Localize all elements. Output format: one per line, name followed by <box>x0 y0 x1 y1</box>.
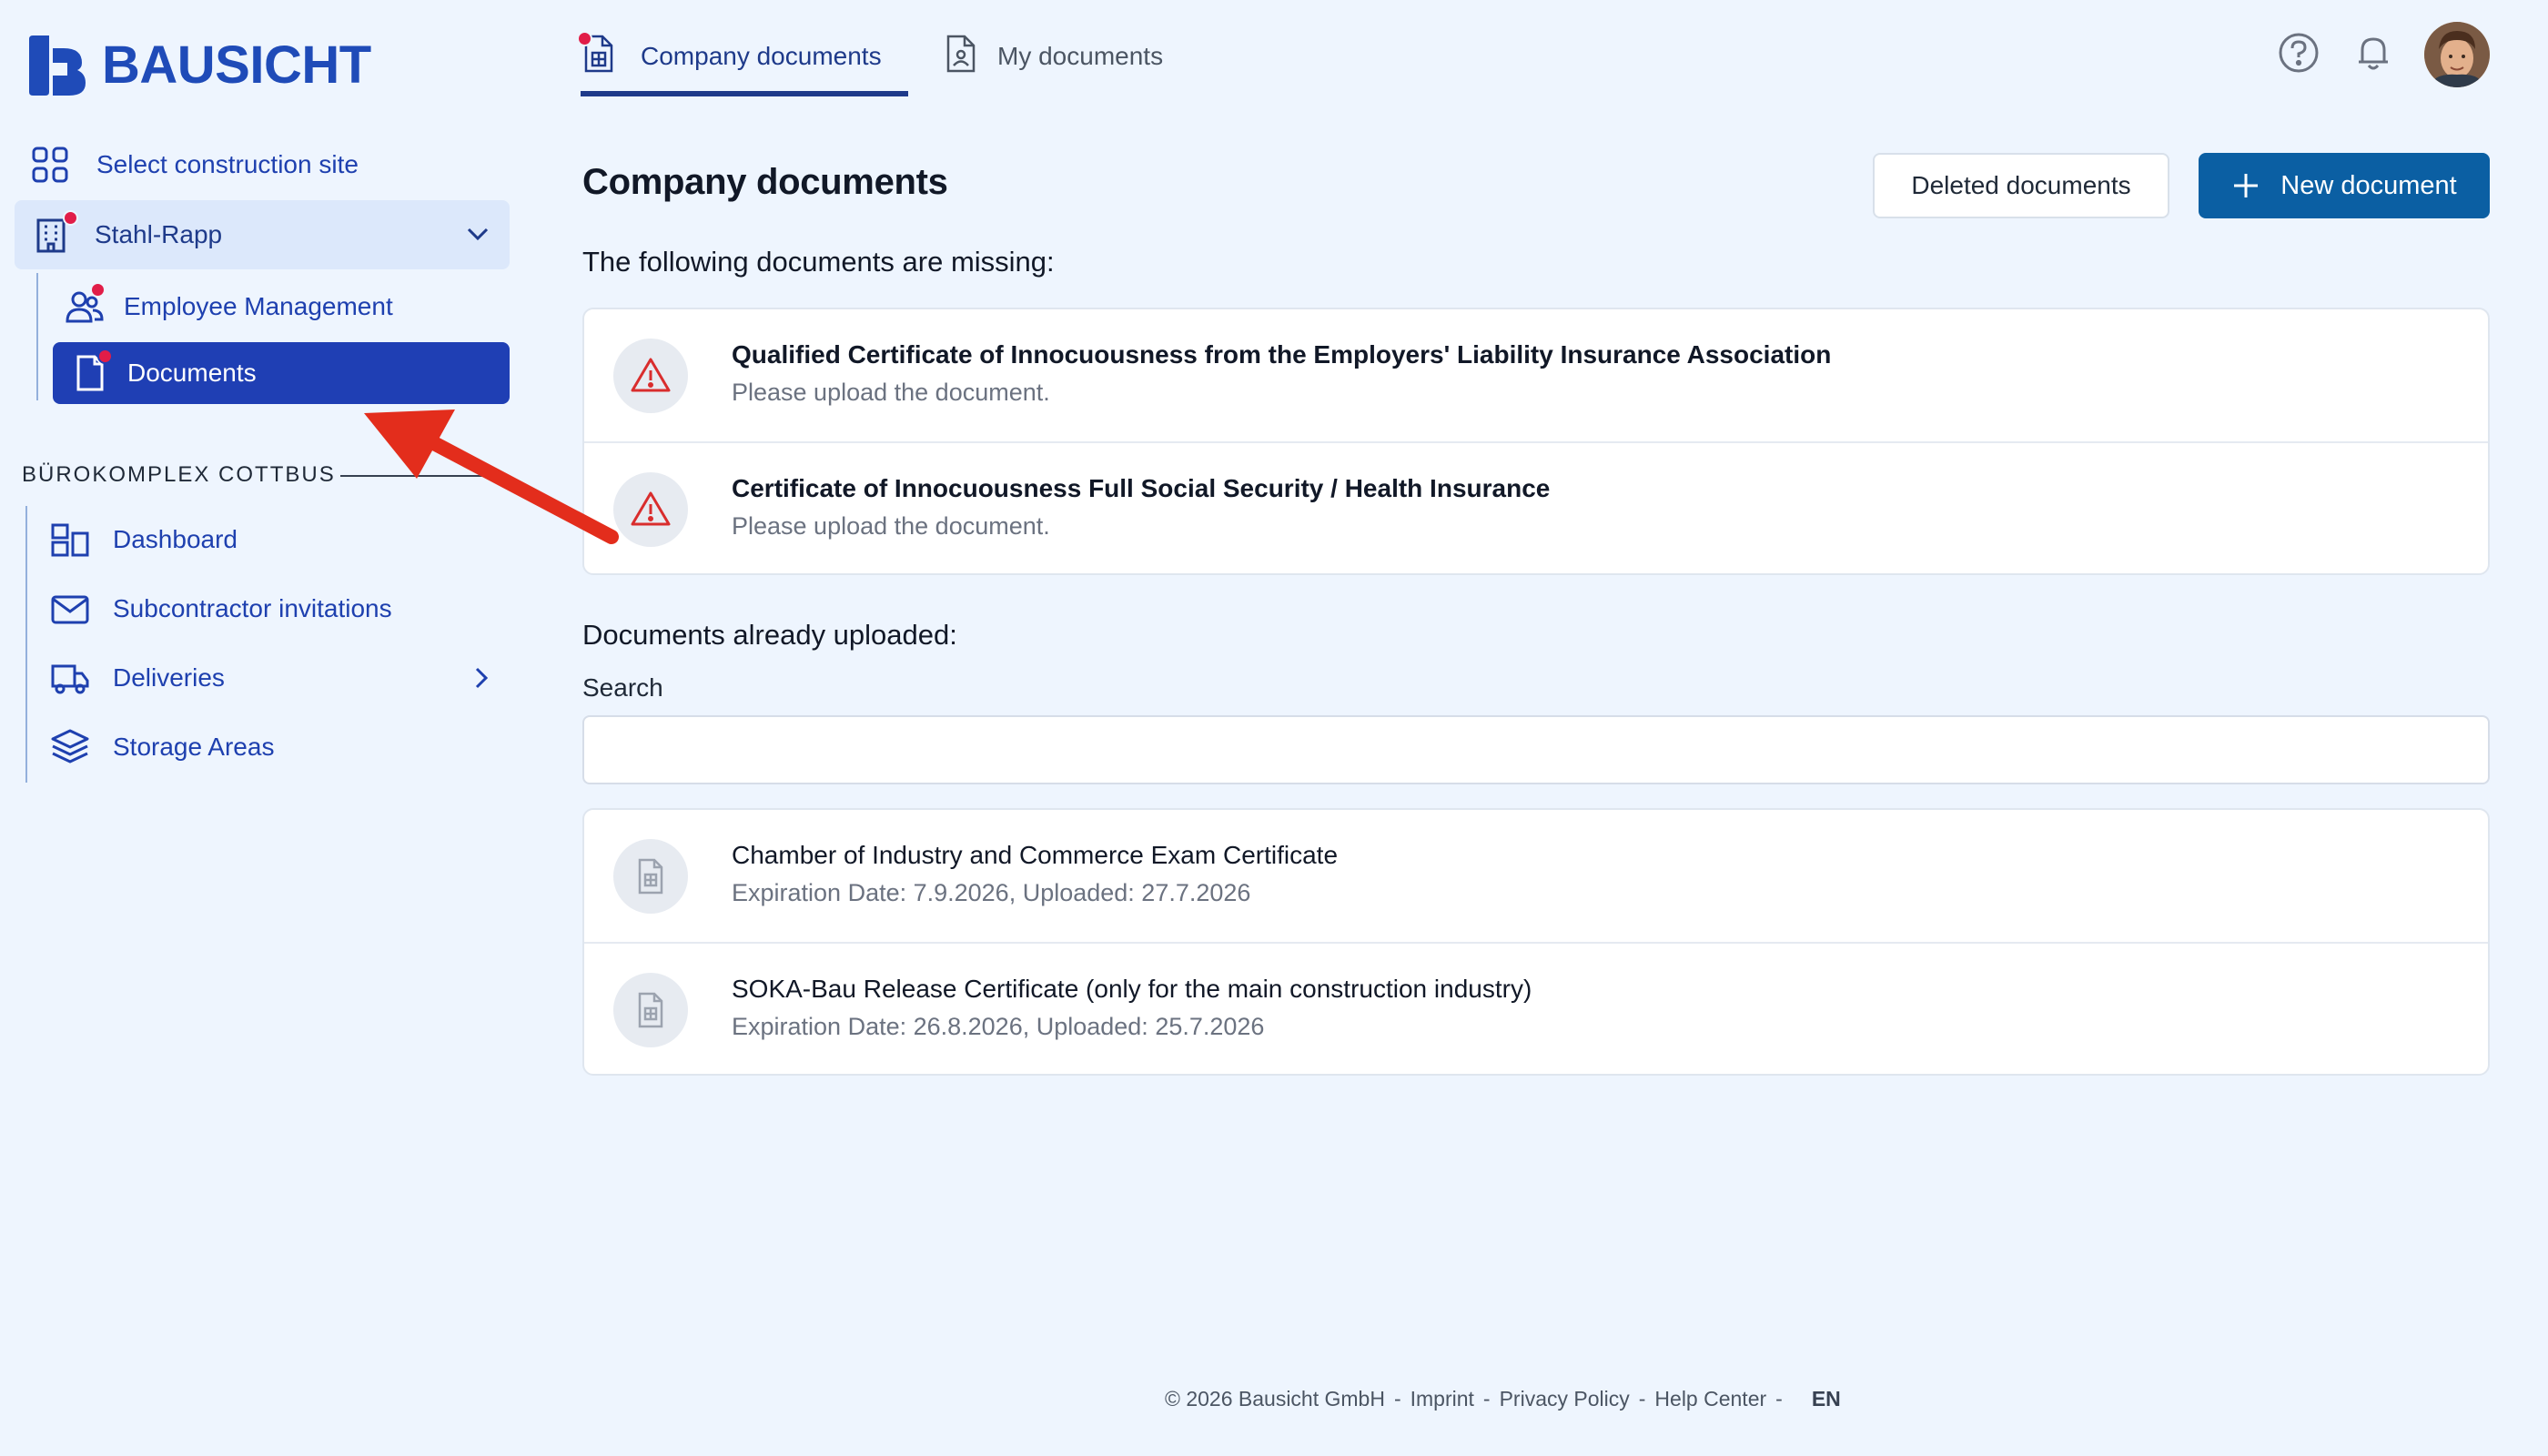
new-document-button[interactable]: New document <box>2199 153 2490 218</box>
alert-dot <box>97 349 113 364</box>
search-input[interactable] <box>582 715 2490 784</box>
site-section-label: BÜROKOMPLEX COTTBUS <box>22 462 336 487</box>
missing-document-title: Certificate of Innocuousness Full Social… <box>732 474 1551 502</box>
tab-my-documents-label: My documents <box>997 42 1164 70</box>
new-document-label: New document <box>2280 170 2457 200</box>
documents-label: Documents <box>127 359 257 387</box>
brand-name: BAUSICHT <box>102 35 371 95</box>
tab-company-documents[interactable]: Company documents <box>577 31 908 96</box>
alert-dot <box>90 282 106 298</box>
missing-documents-heading: The following documents are missing: <box>582 246 1055 278</box>
page-title: Company documents <box>582 162 948 202</box>
footer-help-center-link[interactable]: Help Center <box>1654 1387 1766 1411</box>
plus-icon <box>2234 174 2259 197</box>
file-icon <box>613 973 688 1047</box>
dashboard-icon <box>51 521 89 559</box>
sidebar-item-documents[interactable]: Documents <box>53 342 510 404</box>
missing-document-note: Please upload the document. <box>732 379 1050 406</box>
select-construction-site-link[interactable]: Select construction site <box>31 146 359 184</box>
uploaded-document-title: SOKA-Bau Release Certificate (only for t… <box>732 975 1532 1003</box>
chevron-right-icon[interactable] <box>466 662 497 693</box>
uploaded-document-title: Chamber of Industry and Commerce Exam Ce… <box>732 841 1339 869</box>
footer-copyright: © 2026 Bausicht GmbH <box>1165 1387 1385 1410</box>
list-item[interactable]: Qualified Certificate of Innocuousness f… <box>584 309 2488 441</box>
truck-icon <box>51 659 89 697</box>
missing-documents-list: Qualified Certificate of Innocuousness f… <box>582 308 2490 575</box>
deleted-documents-button[interactable]: Deleted documents <box>1873 153 2169 218</box>
chevron-down-icon[interactable] <box>462 218 493 249</box>
tab-my-documents[interactable]: My documents <box>943 33 1163 96</box>
tree-connector <box>36 273 38 400</box>
missing-document-note: Please upload the document. <box>732 512 1050 540</box>
warning-icon <box>613 472 688 547</box>
uploaded-documents-heading: Documents already uploaded: <box>582 619 957 651</box>
sidebar-item-deliveries[interactable]: Deliveries <box>51 659 497 697</box>
uploaded-document-meta: Expiration Date: 7.9.2026, Uploaded: 27.… <box>732 879 1251 906</box>
grid-icon <box>31 146 69 184</box>
search-label: Search <box>582 673 663 702</box>
uploaded-document-meta: Expiration Date: 26.8.2026, Uploaded: 25… <box>732 1013 1265 1040</box>
subcontractor-invitations-label: Subcontractor invitations <box>113 594 392 622</box>
list-item[interactable]: Chamber of Industry and Commerce Exam Ce… <box>584 810 2488 942</box>
avatar-portrait-icon <box>2424 22 2490 87</box>
uploaded-documents-list: Chamber of Industry and Commerce Exam Ce… <box>582 808 2490 1076</box>
select-construction-site-label: Select construction site <box>96 150 359 178</box>
users-icon <box>66 282 106 326</box>
tab-company-documents-label: Company documents <box>641 42 882 70</box>
building-icon <box>33 210 78 254</box>
footer-separator: - <box>1482 1387 1491 1410</box>
footer-imprint-link[interactable]: Imprint <box>1410 1387 1474 1411</box>
help-icon[interactable] <box>2277 31 2320 75</box>
company-selector[interactable]: Stahl-Rapp <box>15 200 510 269</box>
personal-document-icon <box>943 33 979 73</box>
footer-separator: - <box>1393 1387 1401 1410</box>
dashboard-label: Dashboard <box>113 525 238 553</box>
user-avatar[interactable] <box>2424 22 2490 87</box>
company-name: Stahl-Rapp <box>95 220 223 248</box>
warning-icon <box>613 339 688 413</box>
storage-areas-label: Storage Areas <box>113 733 275 761</box>
tree-connector <box>25 506 27 783</box>
file-icon <box>613 839 688 914</box>
missing-document-title: Qualified Certificate of Innocuousness f… <box>732 340 1832 369</box>
document-icon <box>71 349 113 392</box>
deliveries-label: Deliveries <box>113 663 225 692</box>
logo-mark-icon <box>29 35 86 96</box>
brand-logo[interactable]: BAUSICHT <box>27 35 371 96</box>
sidebar-item-dashboard[interactable]: Dashboard <box>51 521 238 559</box>
sidebar-item-storage-areas[interactable]: Storage Areas <box>51 728 274 766</box>
list-item[interactable]: Certificate of Innocuousness Full Social… <box>584 441 2488 573</box>
layers-icon <box>51 728 89 766</box>
section-divider <box>340 475 510 477</box>
alert-dot <box>63 210 78 226</box>
footer: © 2026 Bausicht GmbH - Imprint - Privacy… <box>1165 1387 1841 1411</box>
envelope-icon <box>51 590 89 628</box>
sidebar-item-employee-management[interactable]: Employee Management <box>66 282 393 326</box>
footer-privacy-link[interactable]: Privacy Policy <box>1500 1387 1630 1411</box>
company-document-icon <box>577 31 617 73</box>
bell-icon[interactable] <box>2351 31 2395 75</box>
alert-dot <box>577 31 592 46</box>
footer-separator: - <box>1775 1387 1783 1410</box>
sidebar-item-subcontractor-invitations[interactable]: Subcontractor invitations <box>51 590 392 628</box>
list-item[interactable]: SOKA-Bau Release Certificate (only for t… <box>584 942 2488 1074</box>
language-switcher[interactable]: EN <box>1812 1387 1841 1411</box>
employee-management-label: Employee Management <box>124 292 393 320</box>
footer-separator: - <box>1638 1387 1646 1410</box>
